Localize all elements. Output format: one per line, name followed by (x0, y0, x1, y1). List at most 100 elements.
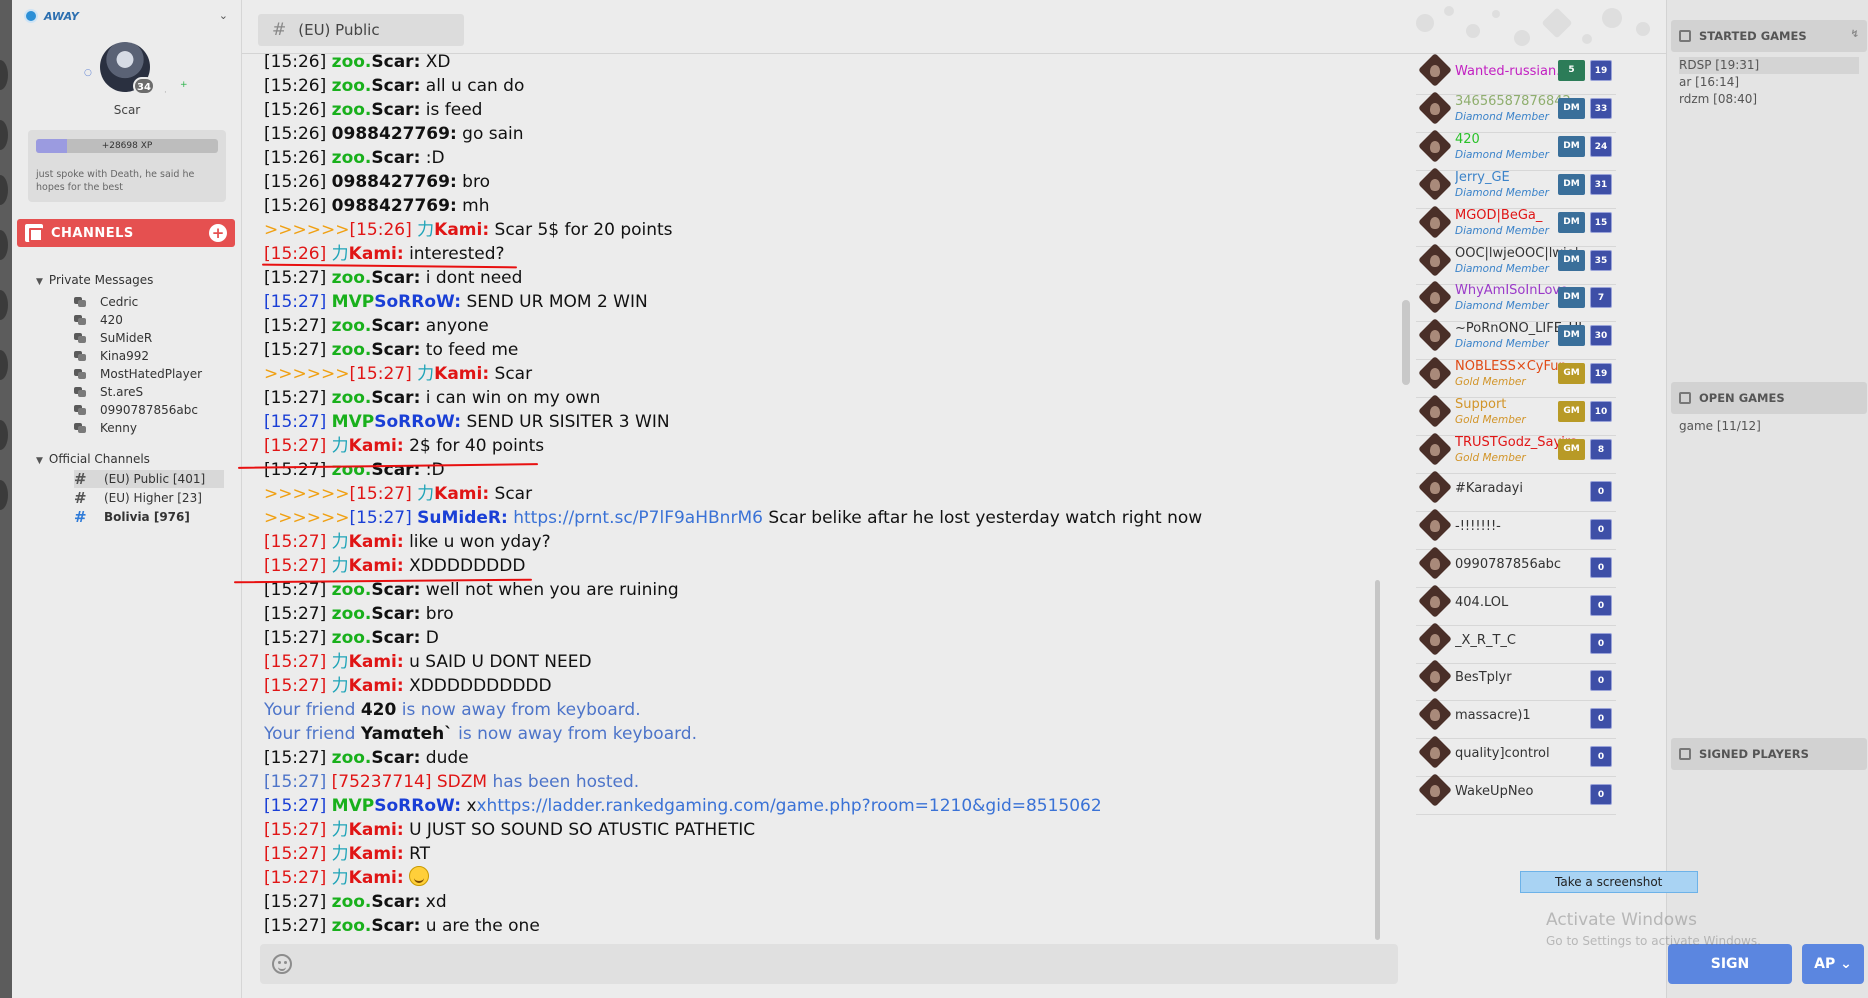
pm-item[interactable]: Kina992 (74, 347, 149, 365)
pm-item[interactable]: SuMideR (74, 329, 152, 347)
nick-prefix[interactable]: zoo. (332, 628, 372, 648)
pm-item[interactable]: Cedric (74, 293, 138, 311)
nick[interactable]: Scar: (371, 604, 420, 624)
nick-prefix[interactable]: zoo. (332, 748, 372, 768)
nick[interactable]: Kami: (349, 652, 404, 672)
nick[interactable]: SoRRoW: (374, 796, 461, 816)
started-games-header[interactable]: STARTED GAMES ↯ (1671, 20, 1867, 52)
nick-prefix[interactable]: zoo. (332, 580, 372, 600)
nick-prefix[interactable]: MVP (332, 292, 375, 312)
nick-prefix[interactable]: zoo. (332, 388, 372, 408)
pm-item[interactable]: 420 (74, 311, 123, 329)
nick-prefix[interactable]: MVP (332, 796, 375, 816)
nick[interactable]: SoRRoW: (374, 292, 461, 312)
nick-prefix[interactable]: 力 (332, 244, 349, 264)
nick[interactable]: Kami: (349, 844, 404, 864)
nick-prefix[interactable]: 力 (332, 676, 349, 696)
pm-item[interactable]: St.areS (74, 383, 143, 401)
open-games-header[interactable]: OPEN GAMES (1671, 382, 1867, 414)
nick[interactable]: Kami: (349, 676, 404, 696)
nick[interactable]: Scar: (371, 76, 420, 96)
nick-prefix[interactable]: 力 (332, 556, 349, 576)
nick[interactable]: 0988427769: (332, 172, 457, 192)
status-selector[interactable]: AWAY ⌄ (12, 0, 242, 32)
nick[interactable]: 0988427769: (332, 124, 457, 144)
nick[interactable]: Kami: (434, 364, 489, 384)
user-list-scrollbar[interactable] (1375, 580, 1380, 940)
pm-item[interactable]: Kenny (74, 419, 137, 437)
host-name[interactable]: SDZM (437, 772, 487, 792)
nick[interactable]: SoRRoW: (374, 412, 461, 432)
channel-item[interactable]: # (EU) Public [401] (74, 470, 224, 488)
nick-prefix[interactable]: zoo. (332, 52, 372, 72)
emoji-picker-icon[interactable] (272, 954, 292, 974)
nick[interactable]: Scar: (371, 316, 420, 336)
refresh-icon[interactable]: ↯ (1851, 29, 1859, 40)
nick[interactable]: Kami: (349, 868, 404, 888)
nick-prefix[interactable]: 力 (332, 844, 349, 864)
nick[interactable]: Scar: (371, 100, 420, 120)
signed-players-header[interactable]: SIGNED PLAYERS (1671, 738, 1867, 770)
pm-item[interactable]: 0990787856abc (74, 401, 198, 419)
nick-prefix[interactable]: zoo. (332, 316, 372, 336)
nick-prefix[interactable]: zoo. (332, 340, 372, 360)
nick-prefix[interactable]: MVP (332, 412, 375, 432)
nick[interactable]: Scar: (371, 628, 420, 648)
nick-prefix[interactable]: 力 (417, 364, 434, 384)
official-channels-header[interactable]: ▼ Official Channels (36, 452, 150, 466)
chevron-down-icon[interactable]: ⌄ (219, 9, 228, 22)
nick-prefix[interactable]: zoo. (332, 460, 372, 480)
message-input[interactable] (304, 948, 1384, 980)
channel-item[interactable]: # Bolivia [976] (74, 508, 224, 526)
friend-name[interactable]: Yamαteh` (361, 724, 453, 744)
channel-item[interactable]: # (EU) Higher [23] (74, 489, 224, 507)
ap-dropdown-button[interactable]: AP ⌄ (1802, 944, 1864, 984)
started-game-item[interactable]: RDSP [19:31] (1679, 57, 1859, 74)
nick[interactable]: Kami: (349, 532, 404, 552)
nick-prefix[interactable]: zoo. (332, 268, 372, 288)
add-channel-button[interactable]: + (209, 224, 227, 242)
message-link[interactable]: https://prnt.sc/P7lF9aHBnrM6 (513, 508, 763, 528)
started-game-item[interactable]: rdzm [08:40] (1679, 91, 1859, 108)
nick[interactable]: SuMideR: (417, 508, 508, 528)
nick-prefix[interactable]: 力 (332, 652, 349, 672)
nick-prefix[interactable]: 力 (417, 484, 434, 504)
user-list-item[interactable]: WakeUpNeo 0 (1416, 770, 1616, 816)
nick[interactable]: Scar: (371, 388, 420, 408)
message-link[interactable]: xhttps://ladder.rankedgaming.com/game.ph… (477, 796, 1102, 816)
nick[interactable]: Scar: (371, 148, 420, 168)
nick[interactable]: Kami: (434, 484, 489, 504)
nick[interactable]: 0988427769: (332, 196, 457, 216)
nick-prefix[interactable]: zoo. (332, 76, 372, 96)
nick[interactable]: Kami: (349, 820, 404, 840)
nick[interactable]: Scar: (371, 748, 420, 768)
nick-prefix[interactable]: zoo. (332, 148, 372, 168)
nick-prefix[interactable]: 力 (332, 532, 349, 552)
open-game-item[interactable]: game [11/12] (1679, 418, 1761, 435)
nick[interactable]: Scar: (371, 892, 420, 912)
nick-prefix[interactable]: zoo. (332, 100, 372, 120)
channels-button[interactable]: CHANNELS + (17, 219, 235, 247)
nick[interactable]: Scar: (371, 340, 420, 360)
pm-item[interactable]: MostHatedPlayer (74, 365, 202, 383)
nick[interactable]: Scar: (371, 580, 420, 600)
private-messages-header[interactable]: ▼ Private Messages (36, 273, 153, 287)
nick[interactable]: Scar: (371, 52, 420, 72)
friend-name[interactable]: 420 (361, 700, 397, 720)
nick[interactable]: Kami: (349, 244, 404, 264)
started-game-item[interactable]: ar [16:14] (1679, 74, 1859, 91)
nick-prefix[interactable]: zoo. (332, 892, 372, 912)
sign-button[interactable]: SIGN (1668, 944, 1792, 984)
nick-prefix[interactable]: 力 (332, 820, 349, 840)
nick-prefix[interactable]: zoo. (332, 604, 372, 624)
nick-prefix[interactable]: 力 (332, 436, 349, 456)
nick[interactable]: Kami: (349, 436, 404, 456)
nick-prefix[interactable]: 力 (417, 220, 434, 240)
nick-prefix[interactable]: 力 (332, 868, 349, 888)
nick-prefix[interactable]: zoo. (332, 916, 372, 936)
chat-scrollbar[interactable] (1402, 300, 1410, 385)
nick[interactable]: Scar: (371, 460, 420, 480)
nick[interactable]: Kami: (434, 220, 489, 240)
nick[interactable]: Kami: (349, 556, 404, 576)
nick[interactable]: Scar: (371, 916, 420, 936)
